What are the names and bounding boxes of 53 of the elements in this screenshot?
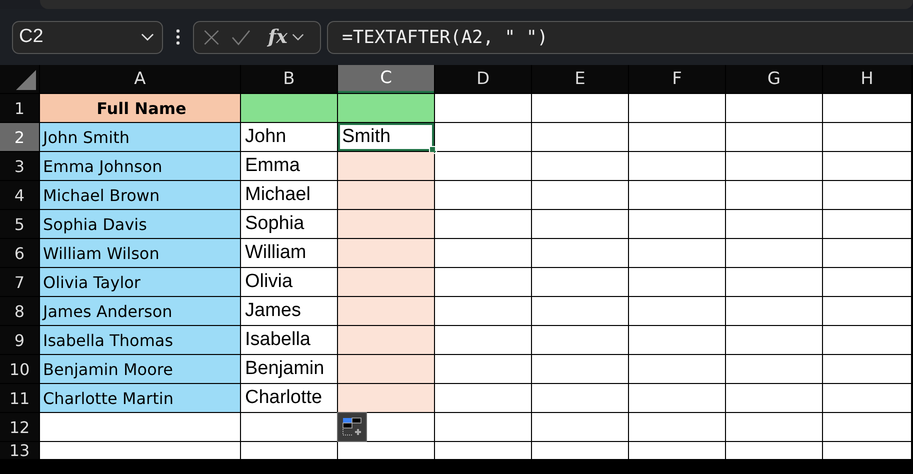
- row-header[interactable]: 6: [0, 239, 39, 267]
- table-cell: Charlotte Martin: [40, 384, 240, 412]
- table-cell: William Wilson: [40, 239, 240, 267]
- table-cell: Michael: [241, 181, 337, 209]
- table-cell: Benjamin Moore: [40, 355, 240, 383]
- column-header[interactable]: C: [338, 65, 434, 93]
- table-cell: Charlotte: [241, 384, 337, 412]
- row-header[interactable]: 7: [0, 268, 39, 296]
- row-header[interactable]: 1: [0, 94, 39, 122]
- table-cell: James: [241, 297, 337, 325]
- row-header[interactable]: 11: [0, 384, 39, 412]
- select-all-button[interactable]: [0, 65, 39, 93]
- row-header[interactable]: 12: [0, 413, 39, 441]
- column-header[interactable]: G: [726, 65, 822, 93]
- table-cell: Olivia: [241, 268, 337, 296]
- column-header[interactable]: E: [532, 65, 628, 93]
- chevron-down-icon[interactable]: [292, 33, 304, 41]
- cancel-icon[interactable]: [203, 28, 220, 46]
- table-cell: Benjamin: [241, 355, 337, 383]
- name-box[interactable]: C2: [12, 20, 163, 54]
- column-header[interactable]: F: [629, 65, 725, 93]
- row-header[interactable]: 13: [0, 442, 39, 459]
- table-cell: Emma Johnson: [40, 152, 240, 180]
- insert-function-button[interactable]: fx: [268, 26, 288, 48]
- table-cell: Sophia Davis: [40, 210, 240, 238]
- row-header[interactable]: 2: [0, 123, 39, 151]
- column-header[interactable]: H: [823, 65, 911, 93]
- column-header[interactable]: B: [241, 65, 337, 93]
- table-cell: Olivia Taylor: [40, 268, 240, 296]
- row-header[interactable]: 10: [0, 355, 39, 383]
- table-cell: Sophia: [241, 210, 337, 238]
- table-cell: William: [241, 239, 337, 267]
- table-cell: John: [241, 123, 337, 151]
- checkmark-icon[interactable]: [230, 28, 252, 46]
- table-cell: Full Name: [40, 94, 240, 122]
- more-options-icon[interactable]: [176, 29, 180, 45]
- table-cell: James Anderson: [40, 297, 240, 325]
- table-cell: Isabella: [241, 326, 337, 354]
- table-cell: Emma: [241, 152, 337, 180]
- table-cell: John Smith: [40, 123, 240, 151]
- formula-field[interactable]: =TEXTAFTER(A2, " "): [327, 20, 913, 54]
- table-cell: Smith: [338, 123, 434, 151]
- quick-analysis-button[interactable]: [337, 412, 367, 442]
- row-header[interactable]: 9: [0, 326, 39, 354]
- row-header[interactable]: 8: [0, 297, 39, 325]
- table-cell: Michael Brown: [40, 181, 240, 209]
- row-header[interactable]: 3: [0, 152, 39, 180]
- column-header[interactable]: D: [435, 65, 531, 93]
- row-header[interactable]: 5: [0, 210, 39, 238]
- chevron-down-icon[interactable]: [141, 33, 154, 41]
- column-header[interactable]: A: [40, 65, 240, 93]
- row-header[interactable]: 4: [0, 181, 39, 209]
- table-cell: Isabella Thomas: [40, 326, 240, 354]
